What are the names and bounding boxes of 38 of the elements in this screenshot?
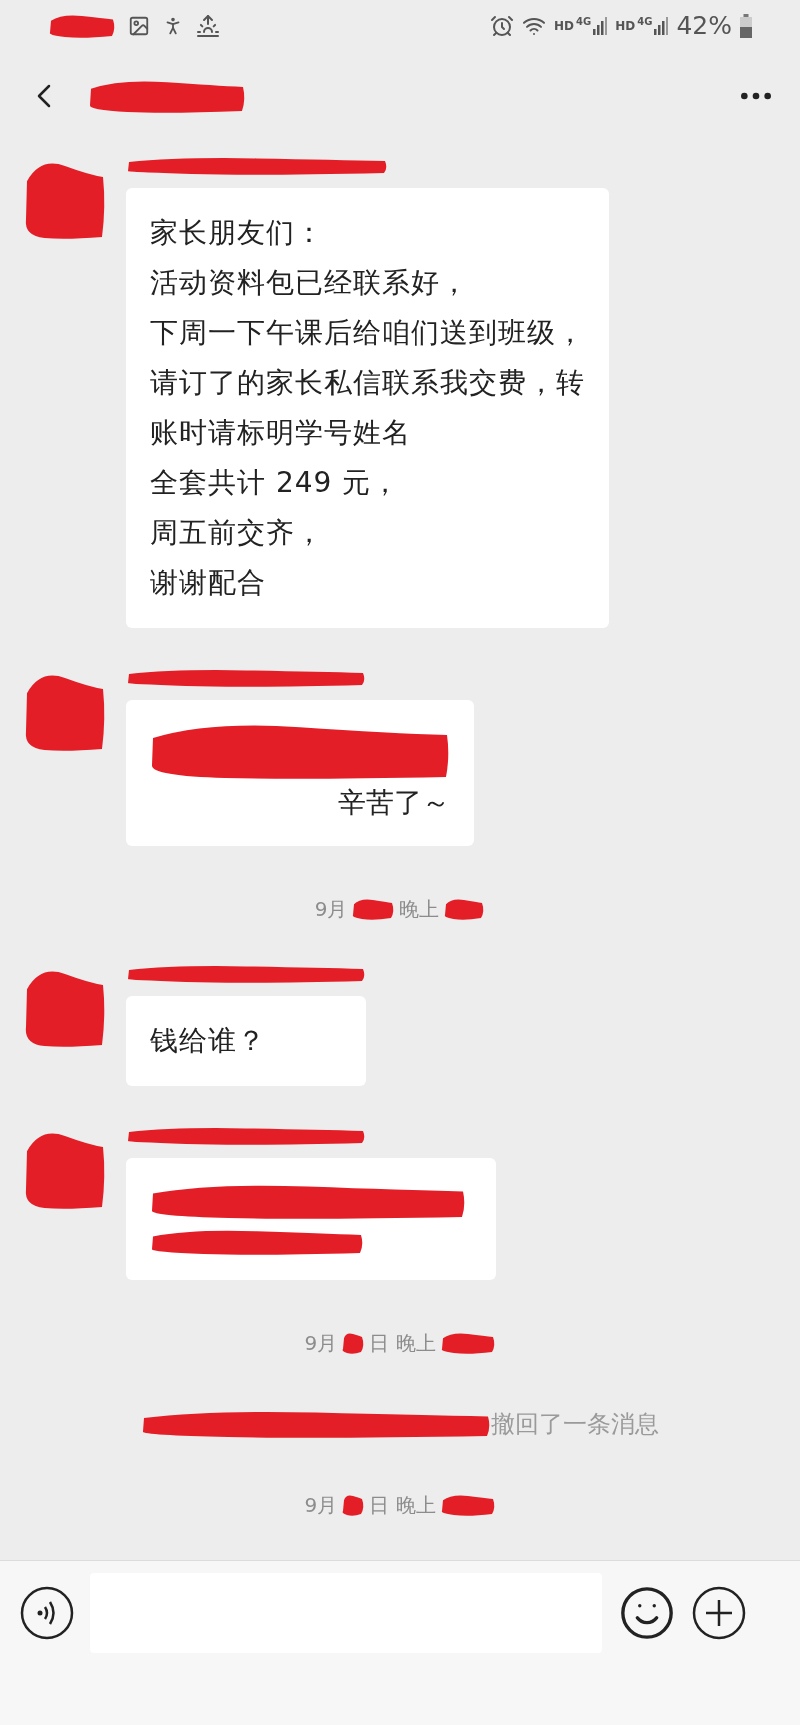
redaction-mark [439, 1331, 496, 1355]
emoji-icon[interactable] [618, 1584, 676, 1642]
redaction-mark [341, 1331, 366, 1355]
signal-icon [654, 17, 669, 35]
message-text: 家长朋友们： [150, 215, 325, 251]
message-text: 谢谢配合 [150, 565, 267, 601]
timestamp-text: 日 晚上 [369, 1492, 436, 1519]
message-text: 请订了的家长私信联系我交费，转 [150, 365, 585, 401]
battery-icon [740, 14, 752, 38]
signal-icon [593, 17, 608, 35]
timestamp-text: 晚上 [399, 896, 440, 923]
message-text: 账时请标明学号姓名 [150, 415, 412, 451]
network-label: HD [554, 18, 575, 35]
message-text: 周五前交齐， [150, 515, 325, 551]
message-text: 全套共计 249 元， [150, 465, 402, 501]
redaction-mark [351, 897, 396, 921]
timestamp-text: 9月 [304, 1492, 338, 1519]
network-label: 4G [637, 17, 653, 27]
voice-icon[interactable] [20, 1586, 74, 1640]
timestamp-text: 9月 [304, 1330, 338, 1357]
redaction-mark [439, 1493, 496, 1517]
message-text: 辛苦了～ [337, 785, 450, 821]
plus-icon[interactable] [692, 1586, 746, 1640]
alarm-icon [490, 14, 515, 38]
network-label: 4G [576, 17, 592, 27]
redaction-mark [341, 1493, 366, 1517]
timestamp-text: 9月 [314, 896, 348, 923]
battery-text: 42% [676, 10, 732, 43]
sunrise-icon [196, 14, 220, 38]
redaction-mark [48, 13, 116, 39]
recall-notice: 撤回了一条消息 [491, 1409, 659, 1440]
redaction-mark [443, 897, 486, 921]
timestamp-text: 日 晚上 [369, 1330, 436, 1357]
message-text: 下周一下午课后给咱们送到班级， [150, 315, 585, 351]
message-text: 钱给谁？ [150, 1023, 267, 1059]
message-text: 活动资料包已经联系好， [150, 265, 470, 301]
network-label: HD [615, 18, 636, 35]
picture-icon [128, 15, 150, 37]
